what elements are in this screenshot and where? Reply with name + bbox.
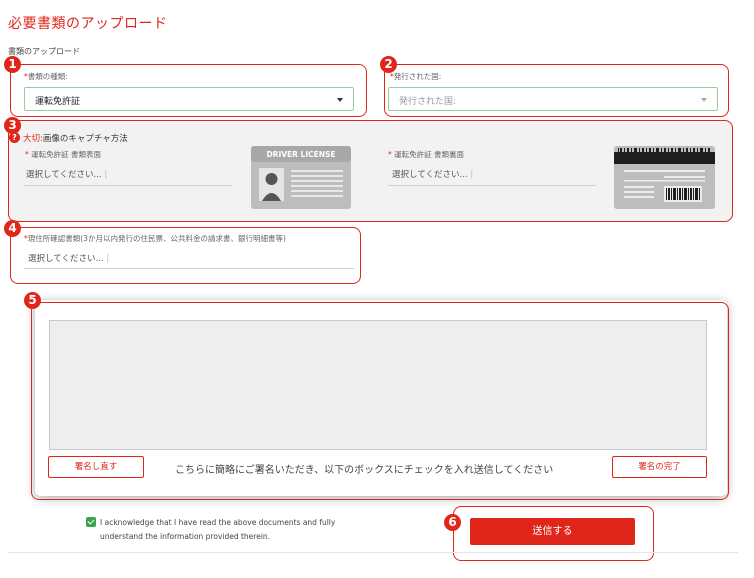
country-select[interactable]: 発行された国: [388, 87, 718, 111]
back-upload-underline [388, 185, 596, 186]
back-label: * 運転免許証 書類裏面 [388, 150, 465, 159]
signature-instruction: こちらに簡略にご署名いただき、以下のボックスにチェックを入れ送信してください [175, 465, 554, 476]
signature-canvas[interactable] [49, 320, 707, 450]
submit-button[interactable]: 送信する [470, 518, 635, 545]
redo-signature-button[interactable]: 署名し直す [48, 456, 144, 478]
front-label: * 運転免許証 書類表面 [25, 150, 102, 159]
residence-label: *現住所確認書類(3か月以内発行の住民票、公共料金の請求書、銀行明細書等) [24, 234, 286, 243]
acknowledge-checkbox[interactable] [86, 517, 96, 527]
chevron-down-icon [337, 98, 343, 102]
doc-type-value: 運転免許証 [35, 97, 81, 107]
back-upload-field[interactable]: 選択してください... | [392, 168, 473, 180]
country-label: *発行された国: [390, 72, 442, 81]
step-marker-4: 4 [4, 220, 21, 237]
residence-upload-underline [24, 268, 354, 269]
country-placeholder: 発行された国: [399, 97, 457, 107]
acknowledge-text: I acknowledge that I have read the above… [100, 518, 336, 541]
step-marker-6: 6 [444, 514, 461, 531]
section-subtitle: 書類のアップロード [8, 47, 80, 56]
chevron-down-icon [701, 98, 707, 102]
doc-type-select[interactable]: 運転免許証 [24, 87, 354, 111]
residence-upload-field[interactable]: 選択してください... | [28, 252, 109, 264]
divider [8, 552, 738, 553]
front-upload-underline [24, 185, 232, 186]
front-upload-field[interactable]: 選択してください... | [26, 168, 107, 180]
step-marker-3: 3 [4, 117, 21, 134]
license-back-image [614, 146, 715, 209]
doc-type-label: *書類の種類: [24, 72, 68, 81]
step-marker-5: 5 [24, 292, 41, 309]
license-front-image: DRIVER LICENSE [251, 146, 351, 209]
page-title: 必要書類のアップロード [8, 16, 168, 32]
step-marker-2: 2 [380, 56, 397, 73]
capture-method-link[interactable]: 大切:画像のキャプチャ方法 [23, 132, 128, 144]
step-marker-1: 1 [4, 56, 21, 73]
license-title: DRIVER LICENSE [266, 150, 335, 159]
complete-signature-button[interactable]: 署名の完了 [612, 456, 707, 478]
